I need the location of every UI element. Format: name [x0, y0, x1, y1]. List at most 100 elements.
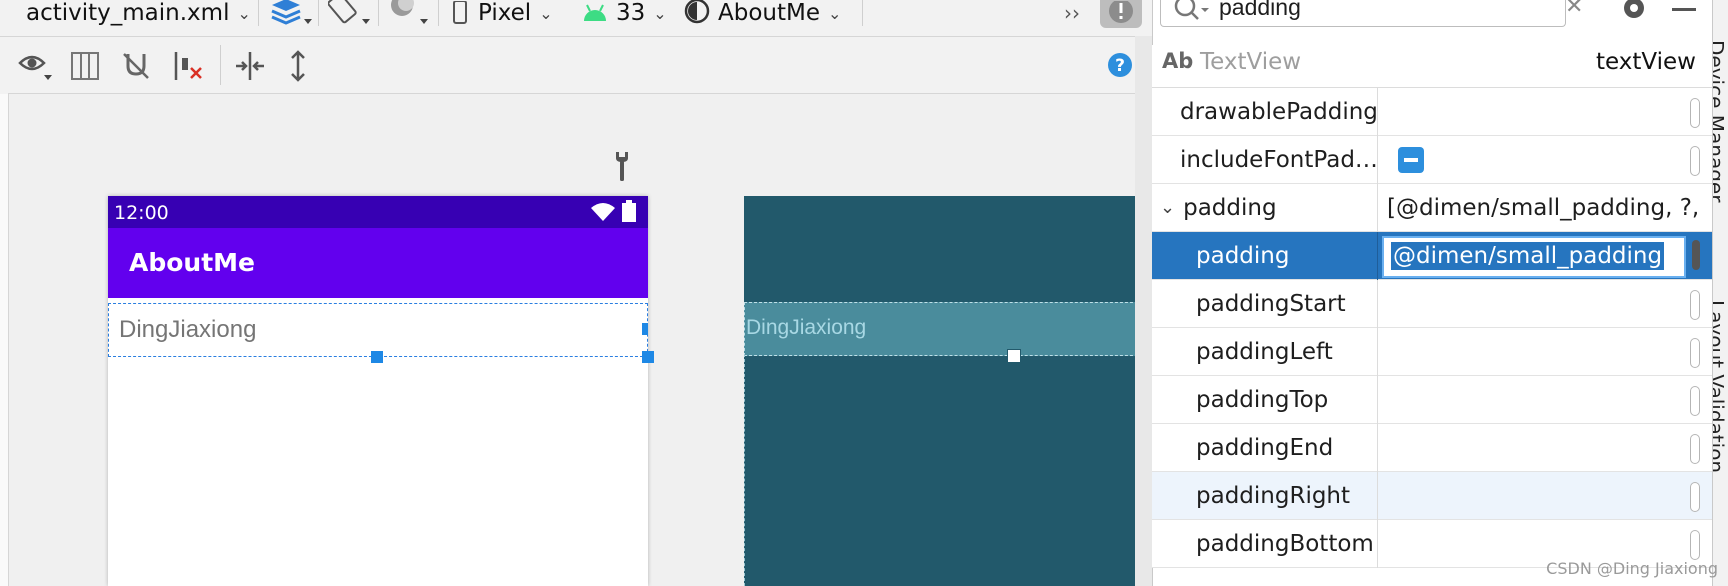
file-name: activity_main.xml [26, 0, 230, 26]
design-preview[interactable]: 12:00 AboutMe DingJiaxiong [108, 196, 654, 586]
app-title: AboutMe [129, 248, 256, 277]
overflow-icon[interactable]: ›› [1064, 0, 1080, 26]
app-bar: AboutMe [108, 228, 648, 298]
resource-picker-button[interactable] [1690, 530, 1700, 560]
attr-value[interactable]: [@dimen/small_padding, ?, ? [1387, 184, 1702, 231]
resize-handle-corner[interactable] [642, 351, 654, 363]
attr-value[interactable] [1387, 280, 1687, 327]
autoconnect-button[interactable] [118, 49, 154, 83]
rotate-icon [328, 0, 370, 24]
attr-name: drawablePadding [1180, 98, 1378, 125]
attr-value[interactable] [1387, 88, 1687, 135]
help-button[interactable]: ? [1106, 51, 1134, 79]
attr-row-padding-selected[interactable]: padding @dimen/small_padding [1152, 232, 1712, 280]
resource-picker-button[interactable] [1690, 146, 1700, 176]
blueprint-textview-text: DingJiaxiong [746, 316, 867, 339]
minimize-icon[interactable] [1672, 8, 1696, 11]
resource-picker-button[interactable] [1692, 240, 1700, 270]
resize-handle-bottom[interactable] [371, 351, 383, 363]
device-manager-tab[interactable]: Device Manager [1713, 40, 1728, 202]
attr-name: padding [1183, 194, 1277, 221]
resource-picker-button[interactable] [1690, 98, 1700, 128]
theme-name: AboutMe [718, 0, 820, 26]
split-view-button[interactable] [68, 49, 102, 83]
pack-horizontal-button[interactable] [232, 49, 268, 83]
textview-design[interactable]: DingJiaxiong [108, 303, 648, 357]
tristate-checkbox[interactable] [1398, 147, 1424, 173]
design-surface-button[interactable] [268, 0, 312, 26]
attr-name: padding [1196, 242, 1290, 269]
device-dropdown[interactable]: Pixel ⌄ [452, 0, 553, 26]
widget-id[interactable]: textView [1596, 49, 1696, 75]
phone-icon [453, 1, 467, 24]
night-mode-icon [391, 0, 428, 24]
padding-value-field[interactable]: @dimen/small_padding [1382, 236, 1686, 278]
theme-dropdown[interactable]: AboutMe ⌄ [684, 0, 841, 26]
api-level-dropdown[interactable]: 33 ⌄ [582, 0, 667, 26]
resource-picker-button[interactable] [1690, 290, 1700, 320]
clear-constraints-button[interactable] [170, 49, 206, 83]
layout-toolbar: ? [8, 37, 1152, 94]
device-name: Pixel [478, 0, 532, 26]
attr-value-selected: @dimen/small_padding [1391, 242, 1665, 270]
warning-icon [1109, 1, 1133, 23]
gear-icon[interactable] [1620, 0, 1648, 22]
blueprint-handle[interactable] [1007, 349, 1021, 363]
layout-validation-tab[interactable]: Layout Validation [1713, 300, 1728, 473]
textview-text: DingJiaxiong [119, 316, 257, 343]
theme-icon [684, 0, 710, 24]
main-toolbar: activity_main.xml ⌄ Pixel ⌄ 33 ⌄ AboutMe… [0, 0, 1152, 37]
resize-handle-right[interactable] [642, 323, 648, 335]
textview-blueprint[interactable]: DingJiaxiong [744, 302, 1153, 356]
magnet-off-icon [123, 53, 149, 79]
expand-vertical-button[interactable] [282, 49, 314, 83]
attr-value[interactable] [1387, 424, 1687, 471]
file-dropdown[interactable]: activity_main.xml ⌄ [26, 0, 251, 26]
attr-name: paddingBottom [1196, 530, 1374, 557]
attr-name: paddingRight [1196, 482, 1351, 509]
api-level: 33 [616, 0, 646, 26]
attribute-search[interactable]: padding ✕ [1160, 0, 1583, 27]
battery-icon [622, 200, 636, 222]
resource-picker-button[interactable] [1690, 338, 1700, 368]
search-icon [1174, 0, 1209, 20]
attr-value[interactable] [1387, 376, 1687, 423]
wrench-icon[interactable] [612, 150, 632, 182]
resource-picker-button[interactable] [1690, 434, 1700, 464]
attr-group-toggle[interactable]: ⌄ padding [1160, 184, 1277, 231]
layers-icon [271, 0, 312, 25]
android-icon [584, 4, 606, 21]
warning-button[interactable] [1100, 0, 1142, 28]
attr-name: includeFontPad… [1180, 146, 1378, 173]
attr-name: paddingLeft [1196, 338, 1333, 365]
attr-row-padding-right[interactable]: paddingRight [1152, 472, 1712, 520]
attr-row-drawable-padding[interactable]: drawablePadding [1152, 88, 1712, 136]
attr-value[interactable] [1387, 472, 1687, 519]
panel-header: Ab TextView textView [1152, 45, 1712, 88]
attr-row-padding-top[interactable]: paddingTop [1152, 376, 1712, 424]
help-icon: ? [1108, 53, 1132, 77]
orientation-button[interactable] [328, 0, 370, 26]
resource-picker-button[interactable] [1690, 482, 1700, 512]
attr-value[interactable] [1387, 328, 1687, 375]
chevron-down-icon: ⌄ [1160, 197, 1176, 218]
canvas-scrollbar[interactable] [1135, 36, 1152, 586]
attr-name: paddingStart [1196, 290, 1346, 317]
blueprint-preview[interactable]: DingJiaxiong [744, 196, 1153, 586]
attr-row-padding-end[interactable]: paddingEnd [1152, 424, 1712, 472]
attr-name: paddingEnd [1196, 434, 1334, 461]
chevron-down-icon: ⌄ [237, 3, 251, 23]
view-options-button[interactable] [18, 49, 58, 83]
clear-constraints-icon [174, 52, 202, 80]
clear-search-icon[interactable]: ✕ [1565, 0, 1583, 19]
attr-name: paddingTop [1196, 386, 1329, 413]
attr-row-padding-left[interactable]: paddingLeft [1152, 328, 1712, 376]
attr-row-padding-start[interactable]: paddingStart [1152, 280, 1712, 328]
search-input[interactable]: padding [1219, 0, 1301, 21]
night-mode-button[interactable] [388, 0, 428, 26]
attr-row-padding-group[interactable]: ⌄ padding [@dimen/small_padding, ?, ? [1152, 184, 1712, 232]
widget-type: TextView [1200, 49, 1302, 75]
status-time: 12:00 [114, 202, 169, 224]
resource-picker-button[interactable] [1690, 386, 1700, 416]
attr-row-include-font-padding[interactable]: includeFontPad… [1152, 136, 1712, 184]
